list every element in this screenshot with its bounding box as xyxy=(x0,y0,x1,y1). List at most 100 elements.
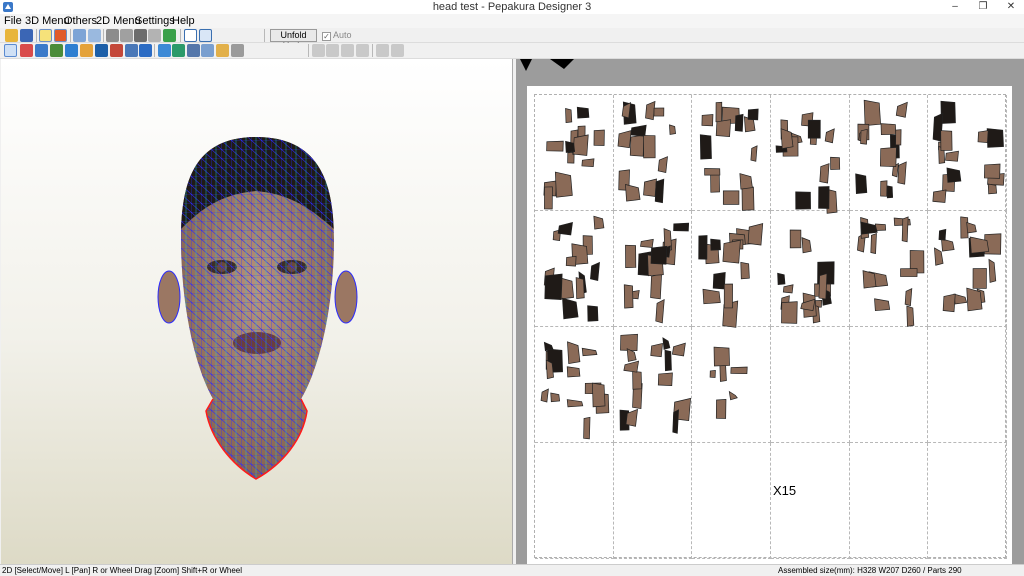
unfolded-part[interactable] xyxy=(590,261,600,282)
image-icon[interactable] xyxy=(201,44,214,57)
unfolded-part[interactable] xyxy=(567,341,581,365)
unfolded-part[interactable] xyxy=(938,228,947,241)
unfolded-part[interactable] xyxy=(941,238,955,252)
unfolded-part[interactable] xyxy=(895,101,908,118)
unfolded-part[interactable] xyxy=(662,337,671,350)
flap-icon[interactable] xyxy=(163,29,176,42)
unfolded-part[interactable] xyxy=(643,135,656,159)
align-center-icon[interactable] xyxy=(326,44,339,57)
unfolded-part[interactable] xyxy=(540,388,549,403)
page-parts[interactable] xyxy=(777,229,835,324)
unfolded-part[interactable] xyxy=(747,108,759,121)
unfolded-part[interactable] xyxy=(698,235,708,260)
unfolded-part[interactable] xyxy=(550,392,561,403)
page-parts[interactable] xyxy=(619,333,692,434)
unfolded-part[interactable] xyxy=(966,221,977,234)
page-parts[interactable] xyxy=(623,222,690,324)
unfolded-part[interactable] xyxy=(544,186,553,210)
unfolded-part[interactable] xyxy=(715,101,723,123)
unfolded-part[interactable] xyxy=(565,140,576,153)
edge-icon[interactable] xyxy=(125,44,138,57)
unfolded-part[interactable] xyxy=(986,128,1004,148)
unfolded-part[interactable] xyxy=(710,238,721,251)
align-left-icon[interactable] xyxy=(312,44,325,57)
unfolded-part[interactable] xyxy=(625,244,637,268)
unfolded-part[interactable] xyxy=(650,245,668,265)
unfolded-parts-layer[interactable] xyxy=(534,94,1006,558)
join-icon[interactable] xyxy=(65,44,78,57)
unfolded-part[interactable] xyxy=(880,147,897,168)
unfolded-part[interactable] xyxy=(782,284,794,294)
page-parts[interactable] xyxy=(934,216,1002,313)
unfolded-part[interactable] xyxy=(747,223,764,246)
unfolded-part[interactable] xyxy=(572,134,589,156)
unfolded-part[interactable] xyxy=(741,185,755,211)
unfolded-part[interactable] xyxy=(886,185,894,199)
unfolded-part[interactable] xyxy=(722,239,741,264)
arrange-icon[interactable] xyxy=(158,44,171,57)
edit-icon[interactable] xyxy=(88,29,101,42)
unfolded-part[interactable] xyxy=(906,305,915,327)
unfolded-part[interactable] xyxy=(593,129,605,146)
page-parts[interactable] xyxy=(540,341,610,440)
unfolded-part[interactable] xyxy=(946,167,962,183)
unfolded-part[interactable] xyxy=(730,366,748,375)
unfolded-part[interactable] xyxy=(818,186,830,209)
unfolded-part[interactable] xyxy=(904,287,913,307)
unfolded-part[interactable] xyxy=(581,158,595,167)
text-icon[interactable] xyxy=(187,44,200,57)
unfolded-part[interactable] xyxy=(901,216,909,243)
page-parts[interactable] xyxy=(699,101,759,211)
unfolded-part[interactable] xyxy=(728,390,738,401)
light-icon[interactable] xyxy=(39,29,52,42)
rotate-left-icon[interactable] xyxy=(376,44,389,57)
unfolded-part[interactable] xyxy=(715,119,732,138)
unfolded-part[interactable] xyxy=(623,284,634,309)
unfolded-part[interactable] xyxy=(801,237,812,254)
unfolded-part[interactable] xyxy=(575,277,585,299)
unfolded-part[interactable] xyxy=(657,156,668,173)
3d-viewport[interactable] xyxy=(1,59,513,564)
unfolded-part[interactable] xyxy=(953,293,968,305)
page-parts[interactable] xyxy=(857,216,925,327)
unfolded-part[interactable] xyxy=(932,189,947,203)
unfolded-part[interactable] xyxy=(617,130,632,149)
flap-edit-icon[interactable] xyxy=(110,44,123,57)
menu-settings[interactable]: Settings xyxy=(135,15,175,27)
unfolded-part[interactable] xyxy=(777,272,786,286)
unfolded-part[interactable] xyxy=(880,123,897,136)
unfolded-part[interactable] xyxy=(897,161,907,185)
unfolded-part[interactable] xyxy=(874,298,891,312)
paint-icon[interactable] xyxy=(106,29,119,42)
print2-icon[interactable] xyxy=(231,44,244,57)
unfolded-part[interactable] xyxy=(640,238,654,248)
open-icon[interactable] xyxy=(5,29,18,42)
page-parts[interactable] xyxy=(775,112,841,214)
menu-2d[interactable]: 2D Menu xyxy=(96,15,141,27)
texture2-icon[interactable] xyxy=(80,44,93,57)
unfolded-part[interactable] xyxy=(653,107,665,117)
unfolded-part[interactable] xyxy=(789,229,802,249)
unfolded-part[interactable] xyxy=(620,333,638,352)
unfolded-part[interactable] xyxy=(734,113,744,132)
unfolded-part[interactable] xyxy=(818,273,828,300)
unfolded-part[interactable] xyxy=(895,129,902,146)
unfolded-part[interactable] xyxy=(987,183,998,195)
unfolded-part[interactable] xyxy=(587,305,599,322)
unfolded-part[interactable] xyxy=(562,297,579,320)
head-model[interactable] xyxy=(1,59,513,564)
page-parts[interactable] xyxy=(698,223,764,328)
unfolded-part[interactable] xyxy=(566,399,584,408)
unfolded-part[interactable] xyxy=(830,156,841,170)
unfolded-part[interactable] xyxy=(701,114,714,127)
menu-help[interactable]: Help xyxy=(172,15,195,27)
close-button[interactable]: ✕ xyxy=(998,0,1024,14)
unfolded-part[interactable] xyxy=(740,261,750,280)
unfolded-part[interactable] xyxy=(669,124,676,135)
unfolded-part[interactable] xyxy=(702,288,721,305)
unfolded-part[interactable] xyxy=(557,221,573,236)
unfolded-part[interactable] xyxy=(593,215,605,230)
unfolded-part[interactable] xyxy=(566,366,581,378)
unfolded-part[interactable] xyxy=(709,370,716,378)
unfolded-part[interactable] xyxy=(650,342,663,358)
